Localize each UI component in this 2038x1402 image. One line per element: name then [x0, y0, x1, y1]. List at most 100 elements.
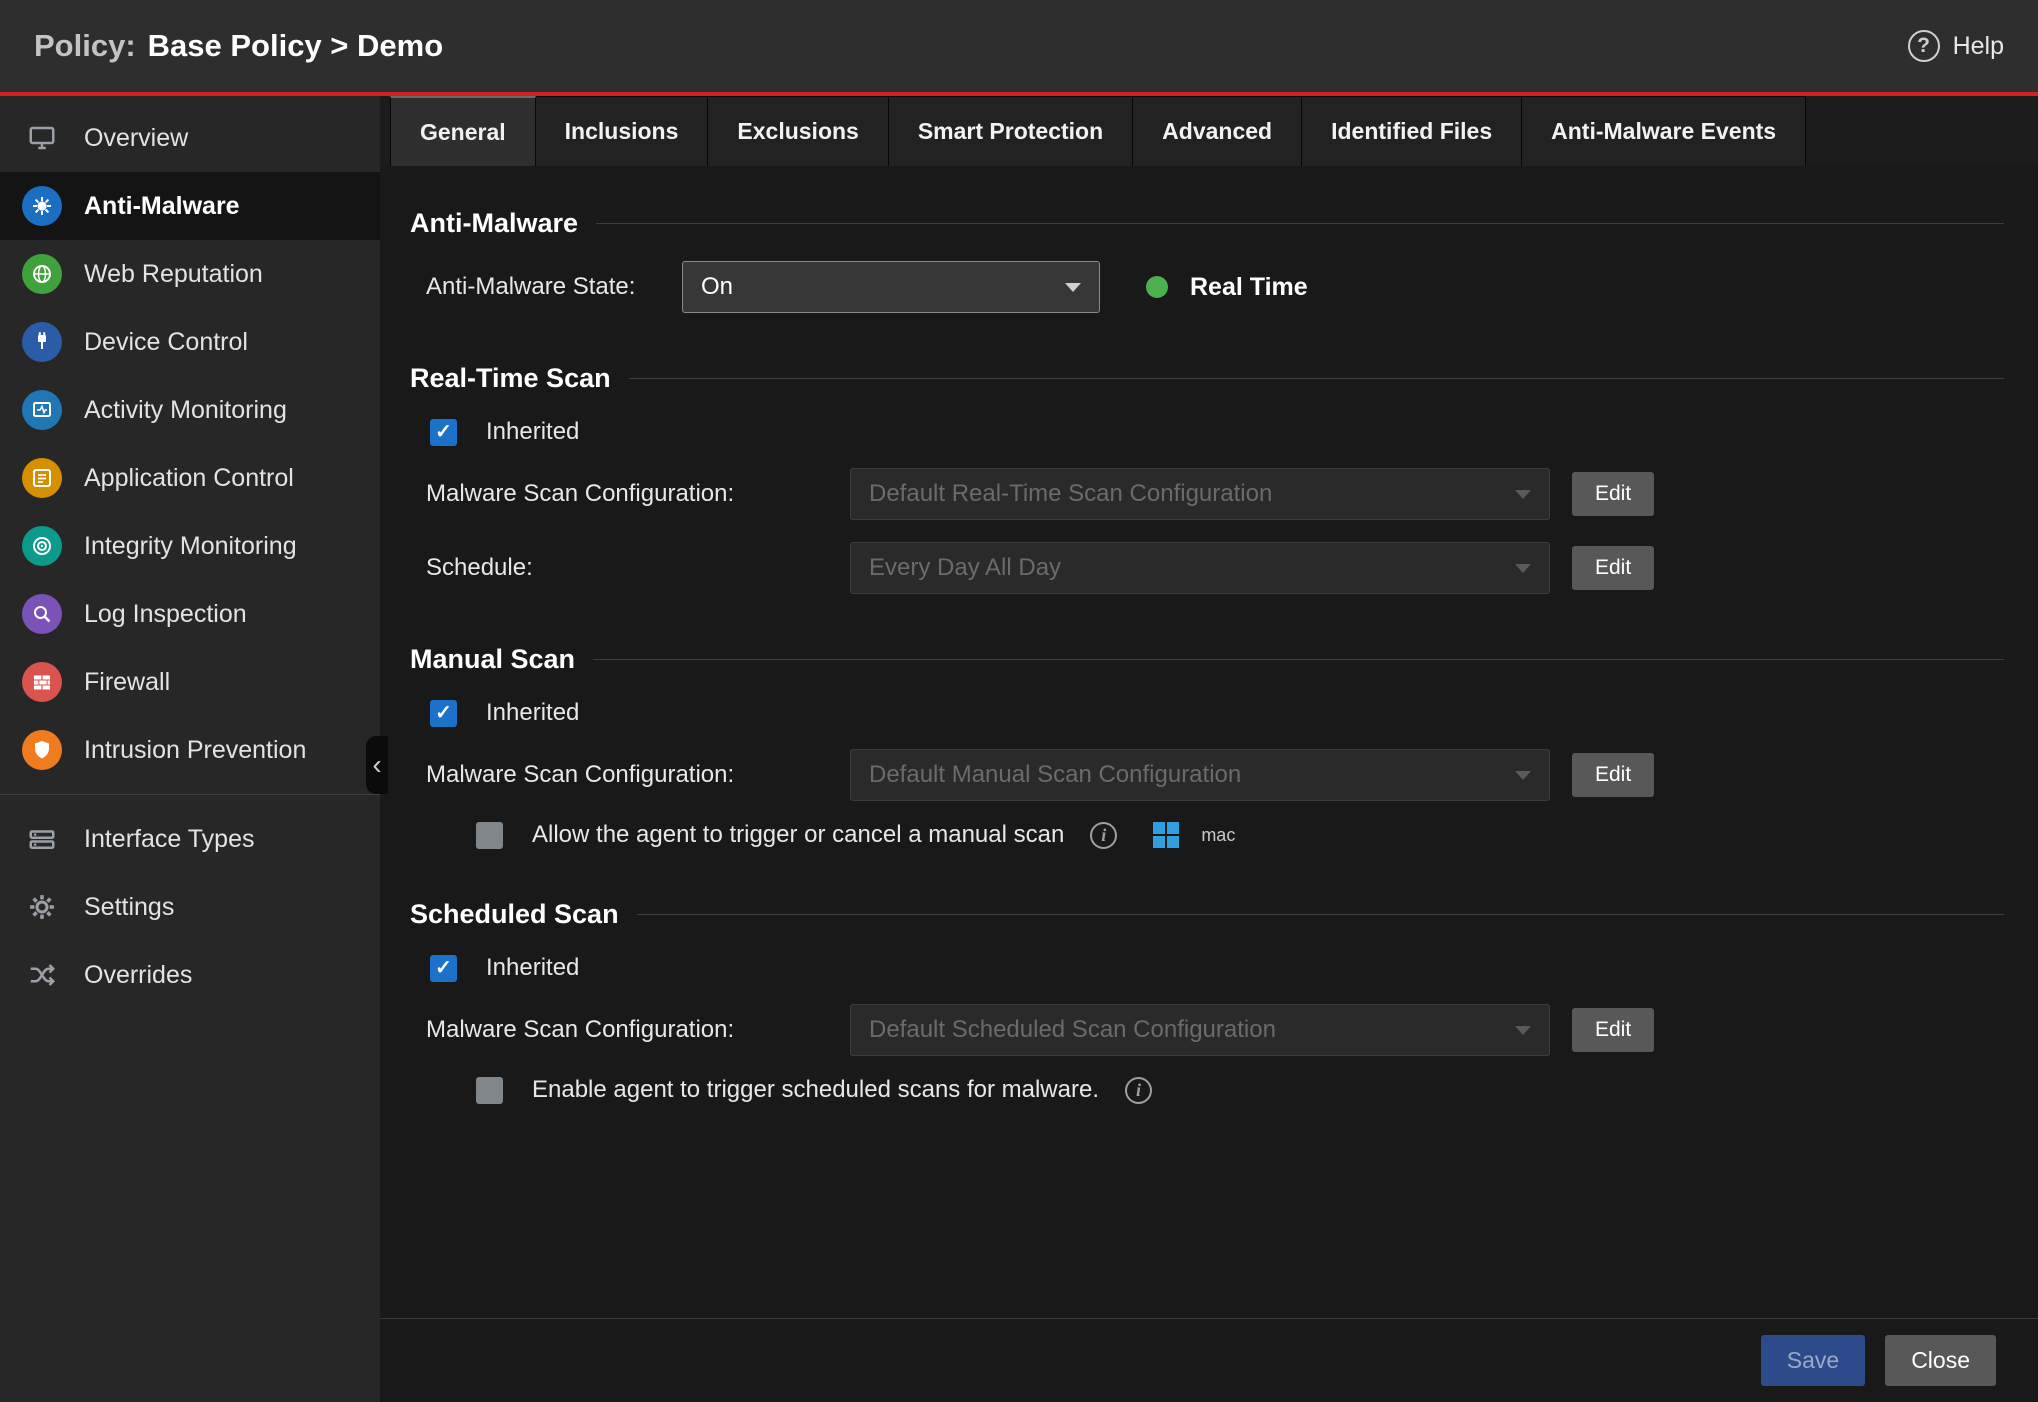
section-rule [593, 659, 2004, 660]
sidebar-item-settings[interactable]: Settings [0, 873, 380, 941]
rts-schedule-edit-button[interactable]: Edit [1572, 546, 1654, 590]
overview-icon [22, 118, 62, 158]
ss-config-edit-button[interactable]: Edit [1572, 1008, 1654, 1052]
tab-general[interactable]: General [390, 96, 536, 166]
ss-config-label: Malware Scan Configuration: [426, 1016, 850, 1044]
sidebar-item-label: Overview [84, 124, 188, 153]
help-label: Help [1953, 32, 2004, 61]
rts-config-select: Default Real-Time Scan Configuration [850, 468, 1550, 520]
ms-inherited-row: ✓ Inherited [430, 699, 2004, 727]
rts-inherited-label: Inherited [486, 418, 579, 446]
section-title: Scheduled Scan [410, 899, 619, 930]
sidebar-item-integrity-monitoring[interactable]: Integrity Monitoring [0, 512, 380, 580]
ss-config-row: Malware Scan Configuration: Default Sche… [426, 1004, 2004, 1056]
section-anti-malware-heading: Anti-Malware [410, 208, 2004, 239]
sidebar-item-label: Firewall [84, 668, 170, 697]
sidebar-item-intrusion-prevention[interactable]: Intrusion Prevention [0, 716, 380, 784]
sidebar-item-label: Overrides [84, 961, 192, 990]
sidebar: Overview Anti-Malware Web Reputation Dev… [0, 96, 380, 1402]
ss-inherited-label: Inherited [486, 954, 579, 982]
page-title-path: Base Policy > Demo [148, 28, 444, 63]
chevron-down-icon [1515, 1026, 1531, 1035]
info-icon[interactable]: i [1125, 1077, 1152, 1104]
status-dot [1146, 276, 1168, 298]
intrusion-prevention-icon [22, 730, 62, 770]
ss-enable-agent-checkbox[interactable] [476, 1077, 503, 1104]
anti-malware-state-label: Anti-Malware State: [426, 273, 682, 301]
ms-inherited-label: Inherited [486, 699, 579, 727]
close-button[interactable]: Close [1885, 1335, 1996, 1386]
ms-config-label: Malware Scan Configuration: [426, 761, 850, 789]
sidebar-item-device-control[interactable]: Device Control [0, 308, 380, 376]
ms-config-value: Default Manual Scan Configuration [869, 761, 1241, 789]
sidebar-item-label: Anti-Malware [84, 192, 240, 221]
main-panel: General Inclusions Exclusions Smart Prot… [380, 96, 2038, 1402]
ms-inherited-checkbox[interactable]: ✓ [430, 700, 457, 727]
sidebar-item-label: Interface Types [84, 825, 254, 854]
sidebar-item-log-inspection[interactable]: Log Inspection [0, 580, 380, 648]
anti-malware-state-row: Anti-Malware State: On Real Time [426, 261, 2004, 313]
tab-identified-files[interactable]: Identified Files [1302, 96, 1522, 166]
sidebar-divider [0, 794, 380, 795]
help-button[interactable]: ? Help [1908, 30, 2004, 62]
activity-monitoring-icon [22, 390, 62, 430]
section-rule [596, 223, 2004, 224]
status-badge: Real Time [1190, 273, 1308, 302]
tab-exclusions[interactable]: Exclusions [708, 96, 888, 166]
ms-allow-agent-checkbox[interactable] [476, 822, 503, 849]
ms-config-edit-button[interactable]: Edit [1572, 753, 1654, 797]
rts-config-edit-button[interactable]: Edit [1572, 472, 1654, 516]
page-title-prefix: Policy: [34, 28, 136, 63]
rts-inherited-checkbox[interactable]: ✓ [430, 419, 457, 446]
sidebar-item-firewall[interactable]: Firewall [0, 648, 380, 716]
device-control-icon [22, 322, 62, 362]
section-title: Anti-Malware [410, 208, 578, 239]
check-icon: ✓ [435, 422, 452, 442]
check-icon: ✓ [435, 703, 452, 723]
tab-inclusions[interactable]: Inclusions [536, 96, 709, 166]
windows-logo-icon [1153, 822, 1179, 848]
mac-platform-label: mac [1201, 825, 1235, 846]
tab-anti-malware-events[interactable]: Anti-Malware Events [1522, 96, 1806, 166]
general-tab-content: Anti-Malware Anti-Malware State: On Real… [380, 166, 2038, 1318]
sidebar-item-label: Activity Monitoring [84, 396, 287, 425]
sidebar-item-overrides[interactable]: Overrides [0, 941, 380, 1009]
save-button[interactable]: Save [1761, 1335, 1865, 1386]
interface-types-icon [22, 819, 62, 859]
tab-advanced[interactable]: Advanced [1133, 96, 1302, 166]
ss-inherited-checkbox[interactable]: ✓ [430, 955, 457, 982]
sidebar-item-interface-types[interactable]: Interface Types [0, 805, 380, 873]
ms-config-select: Default Manual Scan Configuration [850, 749, 1550, 801]
sidebar-item-web-reputation[interactable]: Web Reputation [0, 240, 380, 308]
chevron-down-icon [1515, 564, 1531, 573]
sidebar-item-activity-monitoring[interactable]: Activity Monitoring [0, 376, 380, 444]
sidebar-item-label: Integrity Monitoring [84, 532, 297, 561]
chevron-down-icon [1515, 490, 1531, 499]
ss-config-select: Default Scheduled Scan Configuration [850, 1004, 1550, 1056]
check-icon: ✓ [435, 958, 452, 978]
anti-malware-state-value: On [701, 273, 733, 301]
sidebar-collapse-chevron-icon[interactable]: ‹ [366, 736, 388, 794]
section-rule [637, 914, 2004, 915]
section-manual-scan-heading: Manual Scan [410, 644, 2004, 675]
ss-inherited-row: ✓ Inherited [430, 954, 2004, 982]
ss-enable-agent-row: Enable agent to trigger scheduled scans … [476, 1076, 2004, 1104]
tab-smart-protection[interactable]: Smart Protection [889, 96, 1133, 166]
sidebar-item-overview[interactable]: Overview [0, 104, 380, 172]
overrides-shuffle-icon [22, 955, 62, 995]
anti-malware-state-select[interactable]: On [682, 261, 1100, 313]
info-icon[interactable]: i [1090, 822, 1117, 849]
sidebar-item-anti-malware[interactable]: Anti-Malware [0, 172, 380, 240]
rts-schedule-row: Schedule: Every Day All Day Edit [426, 542, 2004, 594]
sidebar-item-label: Log Inspection [84, 600, 247, 629]
web-reputation-icon [22, 254, 62, 294]
rts-config-row: Malware Scan Configuration: Default Real… [426, 468, 2004, 520]
integrity-monitoring-icon [22, 526, 62, 566]
section-real-time-scan-heading: Real-Time Scan [410, 363, 2004, 394]
rts-schedule-label: Schedule: [426, 554, 850, 582]
ms-allow-agent-label: Allow the agent to trigger or cancel a m… [532, 821, 1064, 849]
sidebar-item-label: Settings [84, 893, 174, 922]
sidebar-item-application-control[interactable]: Application Control [0, 444, 380, 512]
firewall-icon [22, 662, 62, 702]
sidebar-item-label: Application Control [84, 464, 294, 493]
